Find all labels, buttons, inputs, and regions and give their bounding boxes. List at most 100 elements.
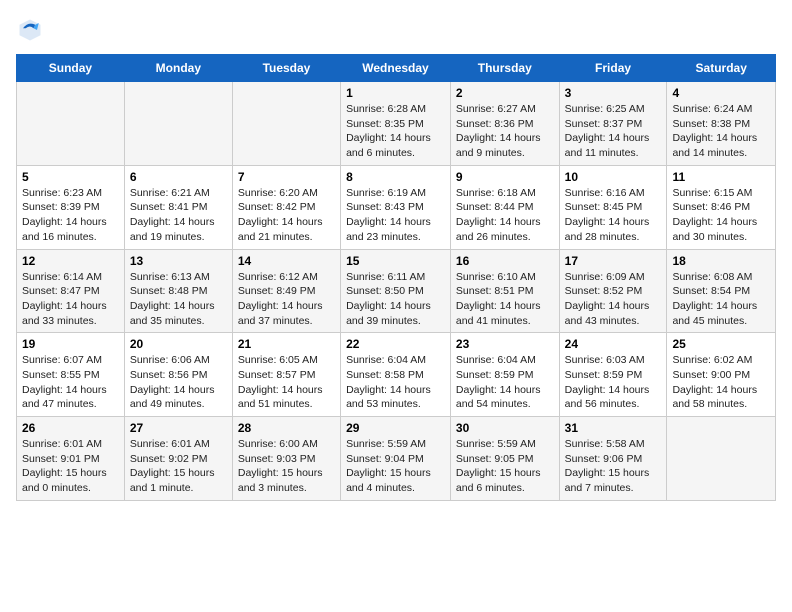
day-info: Sunrise: 6:07 AM Sunset: 8:55 PM Dayligh… (22, 353, 119, 412)
day-info: Sunrise: 6:01 AM Sunset: 9:01 PM Dayligh… (22, 437, 119, 496)
calendar-week-3: 12 Sunrise: 6:14 AM Sunset: 8:47 PM Dayli… (17, 249, 776, 333)
day-number: 31 (565, 421, 662, 435)
calendar-cell: 28 Sunrise: 6:00 AM Sunset: 9:03 PM Dayli… (232, 417, 340, 501)
day-info: Sunrise: 6:06 AM Sunset: 8:56 PM Dayligh… (130, 353, 227, 412)
calendar-cell: 31 Sunrise: 5:58 AM Sunset: 9:06 PM Dayli… (559, 417, 667, 501)
header-day-sunday: Sunday (17, 55, 125, 82)
calendar-cell: 26 Sunrise: 6:01 AM Sunset: 9:01 PM Dayli… (17, 417, 125, 501)
day-number: 25 (672, 337, 770, 351)
header-row: SundayMondayTuesdayWednesdayThursdayFrid… (17, 55, 776, 82)
day-info: Sunrise: 6:12 AM Sunset: 8:49 PM Dayligh… (238, 270, 335, 329)
calendar-week-1: 1 Sunrise: 6:28 AM Sunset: 8:35 PM Daylig… (17, 82, 776, 166)
calendar-cell: 27 Sunrise: 6:01 AM Sunset: 9:02 PM Dayli… (124, 417, 232, 501)
day-info: Sunrise: 6:11 AM Sunset: 8:50 PM Dayligh… (346, 270, 445, 329)
calendar-cell: 20 Sunrise: 6:06 AM Sunset: 8:56 PM Dayli… (124, 333, 232, 417)
day-number: 27 (130, 421, 227, 435)
day-info: Sunrise: 5:59 AM Sunset: 9:05 PM Dayligh… (456, 437, 554, 496)
calendar-cell: 9 Sunrise: 6:18 AM Sunset: 8:44 PM Daylig… (450, 165, 559, 249)
day-info: Sunrise: 6:01 AM Sunset: 9:02 PM Dayligh… (130, 437, 227, 496)
day-info: Sunrise: 6:05 AM Sunset: 8:57 PM Dayligh… (238, 353, 335, 412)
day-number: 26 (22, 421, 119, 435)
calendar-cell: 2 Sunrise: 6:27 AM Sunset: 8:36 PM Daylig… (450, 82, 559, 166)
day-number: 1 (346, 86, 445, 100)
header-day-saturday: Saturday (667, 55, 776, 82)
day-number: 30 (456, 421, 554, 435)
day-number: 24 (565, 337, 662, 351)
day-number: 5 (22, 170, 119, 184)
day-number: 15 (346, 254, 445, 268)
day-info: Sunrise: 6:27 AM Sunset: 8:36 PM Dayligh… (456, 102, 554, 161)
header-day-thursday: Thursday (450, 55, 559, 82)
day-number: 16 (456, 254, 554, 268)
day-info: Sunrise: 6:18 AM Sunset: 8:44 PM Dayligh… (456, 186, 554, 245)
day-info: Sunrise: 6:14 AM Sunset: 8:47 PM Dayligh… (22, 270, 119, 329)
day-number: 22 (346, 337, 445, 351)
general-blue-logo-icon (16, 16, 44, 44)
day-info: Sunrise: 6:13 AM Sunset: 8:48 PM Dayligh… (130, 270, 227, 329)
day-number: 14 (238, 254, 335, 268)
calendar-cell: 29 Sunrise: 5:59 AM Sunset: 9:04 PM Dayli… (341, 417, 451, 501)
day-info: Sunrise: 6:25 AM Sunset: 8:37 PM Dayligh… (565, 102, 662, 161)
calendar-cell: 23Sunrise: 6:04 AM Sunset: 8:59 PM Dayli… (450, 333, 559, 417)
day-number: 12 (22, 254, 119, 268)
day-number: 20 (130, 337, 227, 351)
day-number: 23 (456, 337, 554, 351)
day-info: Sunrise: 6:10 AM Sunset: 8:51 PM Dayligh… (456, 270, 554, 329)
calendar-cell (667, 417, 776, 501)
day-info: Sunrise: 6:23 AM Sunset: 8:39 PM Dayligh… (22, 186, 119, 245)
day-number: 29 (346, 421, 445, 435)
day-info: Sunrise: 5:59 AM Sunset: 9:04 PM Dayligh… (346, 437, 445, 496)
day-info: Sunrise: 6:15 AM Sunset: 8:46 PM Dayligh… (672, 186, 770, 245)
day-number: 28 (238, 421, 335, 435)
day-info: Sunrise: 6:02 AM Sunset: 9:00 PM Dayligh… (672, 353, 770, 412)
calendar-cell: 22 Sunrise: 6:04 AM Sunset: 8:58 PM Dayli… (341, 333, 451, 417)
calendar-week-5: 26 Sunrise: 6:01 AM Sunset: 9:01 PM Dayli… (17, 417, 776, 501)
day-number: 6 (130, 170, 227, 184)
day-info: Sunrise: 6:08 AM Sunset: 8:54 PM Dayligh… (672, 270, 770, 329)
day-info: Sunrise: 6:16 AM Sunset: 8:45 PM Dayligh… (565, 186, 662, 245)
calendar-cell: 14 Sunrise: 6:12 AM Sunset: 8:49 PM Dayli… (232, 249, 340, 333)
day-number: 3 (565, 86, 662, 100)
day-number: 9 (456, 170, 554, 184)
calendar-cell: 6 Sunrise: 6:21 AM Sunset: 8:41 PM Daylig… (124, 165, 232, 249)
calendar-cell: 24 Sunrise: 6:03 AM Sunset: 8:59 PM Dayli… (559, 333, 667, 417)
calendar-cell: 3 Sunrise: 6:25 AM Sunset: 8:37 PM Daylig… (559, 82, 667, 166)
day-info: Sunrise: 5:58 AM Sunset: 9:06 PM Dayligh… (565, 437, 662, 496)
calendar-cell: 15 Sunrise: 6:11 AM Sunset: 8:50 PM Dayli… (341, 249, 451, 333)
header-day-monday: Monday (124, 55, 232, 82)
calendar-cell: 13Sunrise: 6:13 AM Sunset: 8:48 PM Dayli… (124, 249, 232, 333)
calendar-week-2: 5 Sunrise: 6:23 AM Sunset: 8:39 PM Daylig… (17, 165, 776, 249)
day-info: Sunrise: 6:21 AM Sunset: 8:41 PM Dayligh… (130, 186, 227, 245)
calendar-cell: 18 Sunrise: 6:08 AM Sunset: 8:54 PM Dayli… (667, 249, 776, 333)
calendar-cell: 17 Sunrise: 6:09 AM Sunset: 8:52 PM Dayli… (559, 249, 667, 333)
calendar-header: SundayMondayTuesdayWednesdayThursdayFrid… (17, 55, 776, 82)
header-day-friday: Friday (559, 55, 667, 82)
day-info: Sunrise: 6:28 AM Sunset: 8:35 PM Dayligh… (346, 102, 445, 161)
calendar-cell (17, 82, 125, 166)
day-number: 21 (238, 337, 335, 351)
day-info: Sunrise: 6:00 AM Sunset: 9:03 PM Dayligh… (238, 437, 335, 496)
day-number: 10 (565, 170, 662, 184)
day-info: Sunrise: 6:04 AM Sunset: 8:58 PM Dayligh… (346, 353, 445, 412)
day-number: 4 (672, 86, 770, 100)
day-number: 18 (672, 254, 770, 268)
calendar-cell: 16 Sunrise: 6:10 AM Sunset: 8:51 PM Dayli… (450, 249, 559, 333)
header-day-wednesday: Wednesday (341, 55, 451, 82)
day-info: Sunrise: 6:09 AM Sunset: 8:52 PM Dayligh… (565, 270, 662, 329)
calendar-cell: 21 Sunrise: 6:05 AM Sunset: 8:57 PM Dayli… (232, 333, 340, 417)
day-number: 17 (565, 254, 662, 268)
page-header (16, 16, 776, 44)
calendar-week-4: 19 Sunrise: 6:07 AM Sunset: 8:55 PM Dayli… (17, 333, 776, 417)
day-number: 2 (456, 86, 554, 100)
calendar-cell: 19 Sunrise: 6:07 AM Sunset: 8:55 PM Dayli… (17, 333, 125, 417)
day-number: 19 (22, 337, 119, 351)
day-number: 11 (672, 170, 770, 184)
calendar-cell: 30 Sunrise: 5:59 AM Sunset: 9:05 PM Dayli… (450, 417, 559, 501)
logo (16, 16, 48, 44)
day-info: Sunrise: 6:20 AM Sunset: 8:42 PM Dayligh… (238, 186, 335, 245)
day-info: Sunrise: 6:03 AM Sunset: 8:59 PM Dayligh… (565, 353, 662, 412)
day-number: 7 (238, 170, 335, 184)
calendar-table: SundayMondayTuesdayWednesdayThursdayFrid… (16, 54, 776, 501)
calendar-cell: 25 Sunrise: 6:02 AM Sunset: 9:00 PM Dayli… (667, 333, 776, 417)
calendar-cell (232, 82, 340, 166)
